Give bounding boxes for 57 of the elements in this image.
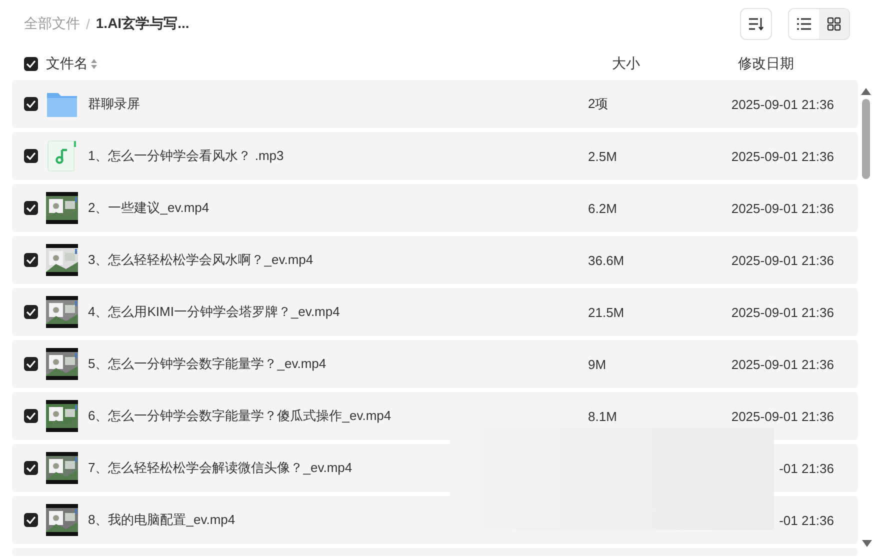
checkbox[interactable]	[24, 461, 38, 475]
breadcrumb-separator: /	[86, 16, 90, 32]
modified-date: 2025-09-01 21:36	[731, 200, 834, 216]
file-name[interactable]: 7、怎么轻轻松松学会解读微信头像？_ev.mp4	[88, 459, 352, 477]
file-size: 8.1M	[588, 408, 618, 424]
modified-date: 2025-09-01 21:36	[731, 408, 834, 424]
file-row[interactable]: 5、怎么一分钟学会数字能量学？_ev.mp4 9M 2025-09-01 21:36	[12, 340, 858, 388]
checkbox[interactable]	[24, 305, 38, 319]
file-name[interactable]: 3、怎么轻轻松松学会风水啊？_ev.mp4	[88, 251, 314, 269]
scroll-up-icon[interactable]	[861, 88, 871, 95]
file-size: 36.6M	[588, 252, 626, 268]
column-header[interactable]: 文件名	[46, 55, 88, 73]
file-row[interactable]: 6、怎么一分钟学会数字能量学？傻瓜式操作_ev.mp4 8.1M 2025-09-01 21:36	[12, 392, 858, 440]
modified-date: 2025-09-01 21:36	[731, 304, 834, 320]
modified-date: 2025-09-01 21:36	[731, 356, 834, 372]
modified-date: -01 21:36	[779, 460, 834, 476]
checkbox[interactable]	[24, 97, 38, 111]
checkbox[interactable]	[24, 253, 38, 267]
file-name[interactable]: 5、怎么一分钟学会数字能量学？_ev.mp4	[88, 355, 326, 373]
checkbox[interactable]	[24, 409, 38, 423]
modified-date: 2025-09-01 21:36	[731, 96, 834, 112]
scrollbar-thumb[interactable]	[862, 99, 870, 179]
modified-date: 2025-09-01 21:36	[731, 252, 834, 268]
file-name[interactable]: 6、怎么一分钟学会数字能量学？傻瓜式操作_ev.mp4	[88, 407, 392, 425]
file-size: 9M	[588, 356, 608, 372]
modified-date: -01 21:36	[779, 512, 834, 528]
file-name[interactable]: 8、我的电脑配置_ev.mp4	[88, 511, 236, 529]
file-size: 2.5M	[588, 148, 618, 164]
file-name[interactable]: 2、一些建议_ev.mp4	[88, 199, 210, 217]
checkbox[interactable]	[24, 513, 38, 527]
column-header[interactable]: 修改日期	[738, 55, 794, 73]
list-view-icon	[797, 18, 811, 30]
file-row[interactable]: 3、怎么轻轻松松学会风水啊？_ev.mp4 36.6M 2025-09-01 21:36	[12, 236, 858, 284]
checkbox[interactable]	[24, 201, 38, 215]
column-header[interactable]: 大小	[612, 55, 738, 73]
file-name[interactable]: 4、怎么用KIMI一分钟学会塔罗牌？_ev.mp4	[88, 303, 340, 321]
file-name[interactable]: 1、怎么一分钟学会看风水？ .mp3	[88, 147, 284, 165]
breadcrumb-item[interactable]: 1.AI玄学与写...	[96, 15, 190, 33]
file-row[interactable]: 1、怎么一分钟学会看风水？ .mp3 2.5M 2025-09-01 21:36	[12, 132, 858, 180]
scroll-down-icon[interactable]	[862, 540, 872, 547]
file-size: 2项	[588, 95, 610, 113]
file-row[interactable]: 4、怎么用KIMI一分钟学会塔罗牌？_ev.mp4 21.5M 2025-09-01 21:36	[12, 288, 858, 336]
music-file-icon	[46, 140, 78, 172]
file-row[interactable]: 群聊录屏 2项 2025-09-01 21:36	[12, 80, 858, 128]
file-size: 21.5M	[588, 304, 626, 320]
checkbox[interactable]	[24, 57, 38, 71]
file-row[interactable]: 2、一些建议_ev.mp4 6.2M 2025-09-01 21:36	[12, 184, 858, 232]
sort-button[interactable]	[740, 8, 772, 40]
checkbox[interactable]	[24, 149, 38, 163]
sort-icon[interactable]	[91, 59, 97, 69]
modified-date: 2025-09-01 21:36	[731, 148, 834, 164]
grid-view-icon	[827, 17, 841, 31]
file-size: 6.2M	[588, 200, 618, 216]
file-name[interactable]: 群聊录屏	[88, 95, 140, 113]
sort-icon	[748, 17, 764, 31]
checkbox[interactable]	[24, 357, 38, 371]
view-mode-button[interactable]	[819, 9, 849, 39]
